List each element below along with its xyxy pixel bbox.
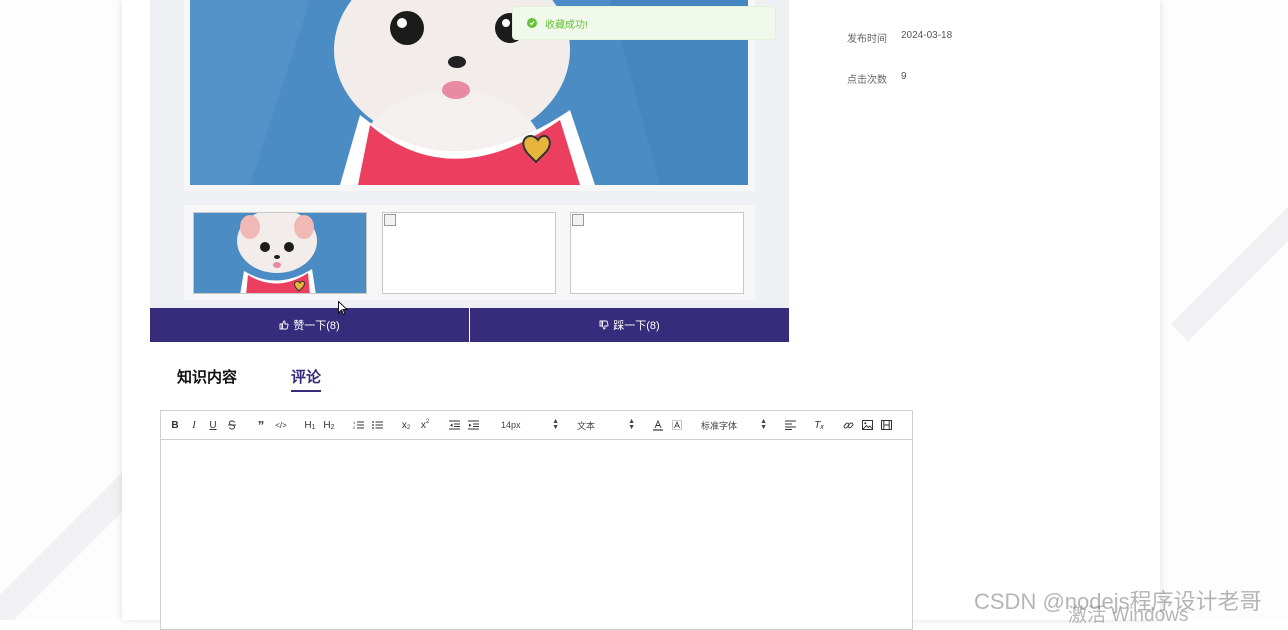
bullet-list-icon[interactable] <box>370 417 384 433</box>
thumbs-up-icon <box>279 320 289 330</box>
font-family-select[interactable]: 标准字体 ▲ ▼ <box>701 417 767 433</box>
thumbs-down-icon <box>599 320 609 330</box>
underline-icon[interactable]: U <box>207 417 219 433</box>
header-select[interactable]: 文本 ▲ ▼ <box>577 417 635 433</box>
ordered-list-icon[interactable]: 12 <box>351 417 365 433</box>
select-arrows-icon: ▲ ▼ <box>552 418 559 431</box>
windows-activation-watermark: 激活 Windows <box>1068 605 1189 626</box>
mouse-cursor-icon <box>338 301 348 316</box>
header-2-icon[interactable]: H2 <box>322 417 336 433</box>
tab-knowledge-content[interactable]: 知识内容 <box>177 366 237 387</box>
font-size-value: 14px <box>501 420 521 430</box>
svg-text:2: 2 <box>353 425 356 430</box>
meta-publish-time: 发布时间 2024-03-18 <box>847 30 952 45</box>
meta-value: 2024-03-18 <box>901 30 953 41</box>
font-family-value: 标准字体 <box>701 420 738 431</box>
superscript-icon[interactable]: x2 <box>418 417 432 433</box>
thumbnail-2[interactable] <box>382 212 556 294</box>
code-block-icon[interactable]: </> <box>274 417 288 433</box>
font-color-icon[interactable] <box>651 417 665 433</box>
vote-bar: 赞一下(8) 踩一下(8) <box>150 308 789 342</box>
subscript-icon[interactable]: x2 <box>399 417 413 433</box>
dislike-button[interactable]: 踩一下(8) <box>469 308 789 342</box>
outdent-icon[interactable] <box>447 417 461 433</box>
link-icon[interactable] <box>841 417 855 433</box>
clear-format-icon[interactable]: Tx <box>812 417 826 433</box>
video-icon[interactable] <box>879 417 893 433</box>
meta-click-count: 点击次数 9 <box>847 71 907 86</box>
meta-label: 点击次数 <box>847 75 887 86</box>
italic-icon[interactable]: I <box>188 417 200 433</box>
font-size-select[interactable]: 14px ▲ ▼ <box>501 417 559 433</box>
check-circle-icon <box>527 18 537 28</box>
align-icon[interactable] <box>783 417 797 433</box>
meta-value: 9 <box>901 71 907 82</box>
editor-content-area[interactable] <box>161 440 912 629</box>
dislike-label: 踩一下(8) <box>613 320 660 332</box>
strikethrough-icon[interactable] <box>226 417 238 433</box>
select-arrows-icon: ▲ ▼ <box>628 418 635 431</box>
bold-icon[interactable]: B <box>169 417 181 433</box>
indent-icon[interactable] <box>466 417 480 433</box>
success-toast: 收藏成功! <box>512 6 776 40</box>
tab-comments[interactable]: 评论 <box>291 366 322 392</box>
image-icon[interactable] <box>860 417 874 433</box>
editor-toolbar: B I U ” </> H1 H2 12 x2 x2 14px ▲ ▼ 文本 ▲ ▼ <box>161 411 912 440</box>
like-label: 赞一下(8) <box>293 320 340 332</box>
toast-message: 收藏成功! <box>545 19 588 31</box>
like-button[interactable]: 赞一下(8) <box>150 308 469 342</box>
background-decoration <box>1170 182 1288 342</box>
header-select-value: 文本 <box>577 420 596 431</box>
thumbnail-3[interactable] <box>570 212 744 294</box>
blockquote-icon[interactable]: ” <box>255 417 267 433</box>
meta-label: 发布时间 <box>847 34 887 45</box>
select-arrows-icon: ▲ ▼ <box>760 418 767 431</box>
broken-image-icon <box>384 214 396 226</box>
header-1-icon[interactable]: H1 <box>303 417 317 433</box>
comment-editor: B I U ” </> H1 H2 12 x2 x2 14px ▲ ▼ 文本 ▲ ▼ <box>160 410 913 630</box>
broken-image-icon <box>572 214 584 226</box>
background-color-icon[interactable] <box>670 417 684 433</box>
thumbnail-1[interactable] <box>193 212 367 294</box>
